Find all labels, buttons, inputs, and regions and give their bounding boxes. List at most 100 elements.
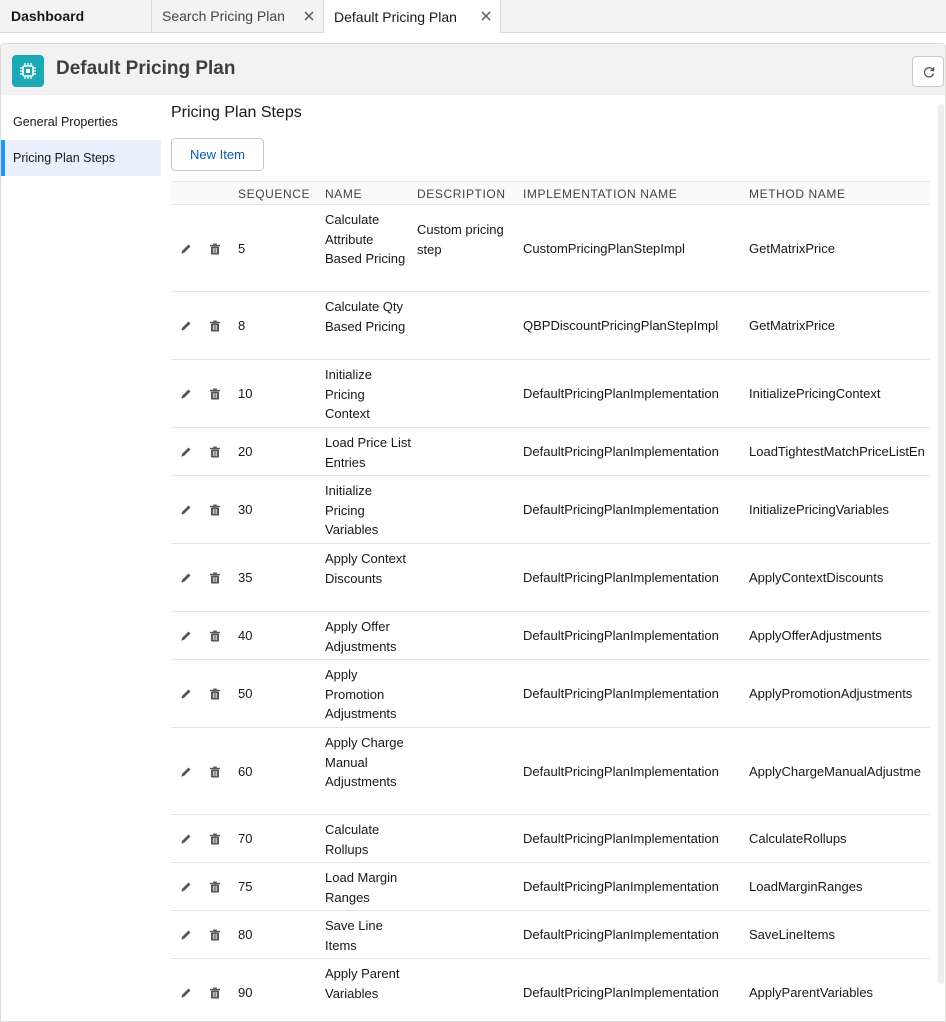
name-cell: Save Line Items: [325, 918, 383, 953]
table-row: 20 Load Price List Entries DefaultPricingP…: [171, 428, 930, 476]
trash-icon[interactable]: [208, 503, 222, 517]
method-cell: LoadMarginRanges: [749, 879, 863, 894]
refresh-button[interactable]: [912, 56, 944, 87]
implementation-cell: DefaultPricingPlanImplementation: [523, 927, 719, 942]
table-row: 10 Initialize Pricing Context DefaultPrici…: [171, 360, 930, 428]
steps-table: SEQUENCE NAME DESCRIPTION IMPLEMENTATION…: [171, 181, 930, 1022]
trash-icon[interactable]: [208, 319, 222, 333]
table-row: 8 Calculate Qty Based Pricing QBPDiscountP…: [171, 292, 930, 360]
trash-icon[interactable]: [208, 986, 222, 1000]
table-row: 40 Apply Offer Adjustments DefaultPricingP…: [171, 612, 930, 660]
name-cell: Load Margin Ranges: [325, 870, 398, 905]
method-cell: ApplyContextDiscounts: [749, 570, 884, 585]
sequence-cell: 50: [238, 686, 253, 701]
method-cell: GetMatrixPrice: [749, 318, 835, 333]
table-row: 35 Apply Context Discounts DefaultPricingP…: [171, 544, 930, 612]
nav-item-general-properties[interactable]: General Properties: [1, 104, 161, 140]
pencil-icon[interactable]: [179, 503, 193, 517]
column-header-implementation-name[interactable]: IMPLEMENTATION NAME: [523, 187, 677, 201]
implementation-cell: DefaultPricingPlanImplementation: [523, 444, 719, 459]
sequence-cell: 70: [238, 831, 253, 846]
pencil-icon[interactable]: [179, 986, 193, 1000]
sequence-cell: 40: [238, 628, 253, 643]
sequence-cell: 90: [238, 985, 253, 1000]
new-item-button[interactable]: New Item: [171, 138, 264, 171]
trash-icon[interactable]: [208, 629, 222, 643]
column-header-name[interactable]: NAME: [325, 187, 362, 201]
implementation-cell: CustomPricingPlanStepImpl: [523, 241, 685, 256]
description-cell: Custom pricing step: [417, 222, 504, 257]
trash-icon[interactable]: [208, 242, 222, 256]
page-title: Default Pricing Plan: [56, 58, 236, 79]
tab-dashboard-label: Dashboard: [11, 8, 85, 24]
section-title: Pricing Plan Steps: [171, 104, 302, 121]
sequence-cell: 8: [238, 318, 246, 333]
pencil-icon[interactable]: [179, 629, 193, 643]
column-header-sequence[interactable]: SEQUENCE: [238, 187, 310, 201]
sequence-cell: 80: [238, 927, 253, 942]
table-row: 90 Apply Parent Variables DefaultPricingPl…: [171, 959, 930, 1022]
implementation-cell: DefaultPricingPlanImplementation: [523, 386, 719, 401]
trash-icon[interactable]: [208, 687, 222, 701]
table-row: 30 Initialize Pricing Variables DefaultPri…: [171, 476, 930, 544]
implementation-cell: DefaultPricingPlanImplementation: [523, 502, 719, 517]
nav-item-pricing-plan-steps[interactable]: Pricing Plan Steps: [1, 140, 161, 176]
table-row: 60 Apply Charge Manual Adjustments Default…: [171, 728, 930, 815]
implementation-cell: DefaultPricingPlanImplementation: [523, 879, 719, 894]
trash-icon[interactable]: [208, 928, 222, 942]
implementation-cell: DefaultPricingPlanImplementation: [523, 985, 719, 1000]
name-cell: Initialize Pricing Context: [325, 367, 372, 421]
trash-icon[interactable]: [208, 765, 222, 779]
method-cell: ApplyPromotionAdjustments: [749, 686, 913, 701]
pencil-icon[interactable]: [179, 765, 193, 779]
pencil-icon[interactable]: [179, 242, 193, 256]
table-row: 75 Load Margin Ranges DefaultPricingPlanIm…: [171, 863, 930, 911]
close-icon[interactable]: [478, 8, 494, 24]
name-cell: Apply Charge Manual Adjustments: [325, 735, 404, 789]
name-cell: Apply Context Discounts: [325, 551, 406, 586]
sequence-cell: 30: [238, 502, 253, 517]
tab-default-pricing-plan[interactable]: Default Pricing Plan: [324, 0, 501, 33]
trash-icon[interactable]: [208, 832, 222, 846]
table-row: 70 Calculate Rollups DefaultPricingPlanImp…: [171, 815, 930, 863]
pencil-icon[interactable]: [179, 319, 193, 333]
tab-dashboard[interactable]: Dashboard: [0, 0, 152, 32]
pencil-icon[interactable]: [179, 387, 193, 401]
table-row: 50 Apply Promotion Adjustments DefaultPric…: [171, 660, 930, 728]
column-header-description[interactable]: DESCRIPTION: [417, 187, 506, 201]
method-cell: ApplyParentVariables: [749, 985, 874, 1000]
sequence-cell: 5: [238, 241, 246, 256]
trash-icon[interactable]: [208, 387, 222, 401]
tab-search-label: Search Pricing Plan: [162, 8, 285, 24]
name-cell: Calculate Attribute Based Pricing: [325, 212, 406, 266]
trash-icon[interactable]: [208, 445, 222, 459]
pencil-icon[interactable]: [179, 928, 193, 942]
pencil-icon[interactable]: [179, 832, 193, 846]
pencil-icon[interactable]: [179, 571, 193, 585]
tab-active-label: Default Pricing Plan: [334, 8, 457, 25]
scrollbar[interactable]: [938, 104, 944, 984]
side-navigation: General Properties Pricing Plan Steps: [1, 104, 161, 176]
sequence-cell: 60: [238, 764, 253, 779]
method-cell: SaveLineItems: [749, 927, 835, 942]
method-cell: InitializePricingContext: [749, 386, 881, 401]
implementation-cell: QBPDiscountPricingPlanStepImpl: [523, 318, 719, 333]
table-row: 5 Calculate Attribute Based Pricing Custom…: [171, 205, 930, 292]
method-cell: GetMatrixPrice: [749, 241, 835, 256]
implementation-cell: DefaultPricingPlanImplementation: [523, 628, 719, 643]
tab-bar: Dashboard Search Pricing Plan Default Pr…: [0, 0, 946, 33]
name-cell: Calculate Qty Based Pricing: [325, 299, 406, 334]
column-header-method-name[interactable]: METHOD NAME: [749, 187, 846, 201]
pencil-icon[interactable]: [179, 687, 193, 701]
pencil-icon[interactable]: [179, 880, 193, 894]
implementation-cell: DefaultPricingPlanImplementation: [523, 570, 719, 585]
trash-icon[interactable]: [208, 880, 222, 894]
close-icon[interactable]: [301, 8, 317, 24]
tab-search-pricing-plan[interactable]: Search Pricing Plan: [152, 0, 324, 32]
method-cell: CalculateRollups: [749, 831, 847, 846]
method-cell: ApplyChargeManualAdjustme: [749, 764, 921, 779]
name-cell: Apply Promotion Adjustments: [325, 667, 397, 721]
trash-icon[interactable]: [208, 571, 222, 585]
name-cell: Apply Parent Variables: [325, 966, 400, 1001]
pencil-icon[interactable]: [179, 445, 193, 459]
